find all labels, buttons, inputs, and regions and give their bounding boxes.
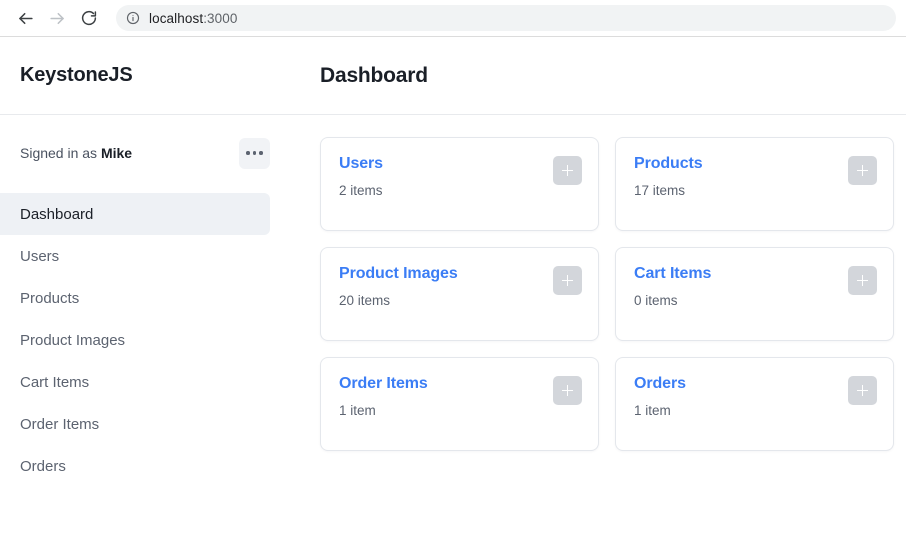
signed-in-username: Mike [100, 145, 133, 161]
list-card-products[interactable]: Products 17 items [615, 137, 894, 231]
sidebar-nav: Dashboard Users Products Product Images … [0, 193, 320, 487]
sidebar-item-label: Dashboard [20, 205, 94, 223]
card-item-count: 17 items [634, 183, 686, 198]
plus-icon [857, 165, 868, 176]
sidebar-item-label: Product Images [20, 331, 126, 349]
create-order-items-button[interactable] [553, 376, 582, 405]
sidebar-item-users[interactable]: Users [0, 235, 270, 277]
brand-title[interactable]: KeystoneJS [20, 64, 320, 87]
sidebar-item-product-images[interactable]: Product Images [0, 319, 270, 361]
signed-in-label: Signed in as Mike [20, 145, 132, 161]
sidebar-item-products[interactable]: Products [0, 277, 270, 319]
user-menu-button[interactable] [239, 137, 270, 169]
reload-button[interactable] [74, 3, 104, 33]
plus-icon [562, 165, 573, 176]
forward-button[interactable] [42, 3, 72, 33]
sidebar: Signed in as Mike Dashboard Users Produc… [0, 115, 320, 537]
list-card-users[interactable]: Users 2 items [320, 137, 599, 231]
page-title: Dashboard [320, 63, 428, 87]
reload-icon [80, 9, 98, 27]
card-title-link[interactable]: Cart Items [634, 265, 711, 283]
sidebar-item-order-items[interactable]: Order Items [0, 403, 270, 445]
list-card-order-items[interactable]: Order Items 1 item [320, 357, 599, 451]
sidebar-item-dashboard[interactable]: Dashboard [0, 193, 270, 235]
create-product-images-button[interactable] [553, 266, 582, 295]
address-bar[interactable]: localhost:3000 [116, 5, 896, 31]
plus-icon [857, 275, 868, 286]
list-card-orders[interactable]: Orders 1 item [615, 357, 894, 451]
app-body: Signed in as Mike Dashboard Users Produc… [0, 115, 906, 537]
ellipsis-icon [246, 151, 263, 155]
plus-icon [562, 275, 573, 286]
create-orders-button[interactable] [848, 376, 877, 405]
sidebar-item-label: Products [20, 289, 80, 307]
main-content: Users 2 items Products 17 items Product … [320, 115, 906, 537]
card-text: Product Images 20 items [339, 265, 458, 308]
page-title-area: Dashboard [320, 64, 428, 88]
card-title-link[interactable]: Order Items [339, 375, 428, 393]
url-port: :3000 [203, 10, 238, 26]
card-text: Orders 1 item [634, 375, 686, 418]
create-users-button[interactable] [553, 156, 582, 185]
list-card-product-images[interactable]: Product Images 20 items [320, 247, 599, 341]
card-title-link[interactable]: Product Images [339, 265, 458, 283]
info-circle-icon[interactable] [126, 11, 140, 25]
card-text: Cart Items 0 items [634, 265, 711, 308]
back-button[interactable] [10, 3, 40, 33]
signed-in-row: Signed in as Mike [0, 137, 320, 169]
sidebar-item-orders[interactable]: Orders [0, 445, 270, 487]
card-text: Products 17 items [634, 155, 703, 198]
list-card-cart-items[interactable]: Cart Items 0 items [615, 247, 894, 341]
sidebar-item-label: Cart Items [20, 373, 90, 391]
card-item-count: 20 items [339, 293, 391, 308]
list-card-grid: Users 2 items Products 17 items Product … [320, 137, 894, 451]
arrow-right-icon [48, 9, 67, 28]
app-header: KeystoneJS Dashboard [0, 37, 906, 115]
card-text: Order Items 1 item [339, 375, 428, 418]
card-item-count: 0 items [634, 293, 678, 308]
card-title-link[interactable]: Orders [634, 375, 686, 393]
card-title-link[interactable]: Users [339, 155, 383, 173]
create-products-button[interactable] [848, 156, 877, 185]
card-text: Users 2 items [339, 155, 383, 198]
sidebar-item-cart-items[interactable]: Cart Items [0, 361, 270, 403]
sidebar-item-label: Order Items [20, 415, 100, 433]
arrow-left-icon [16, 9, 35, 28]
plus-icon [562, 385, 573, 396]
sidebar-item-label: Orders [20, 457, 66, 475]
signed-in-prefix: Signed in as [20, 145, 101, 161]
sidebar-item-label: Users [20, 247, 60, 265]
card-item-count: 2 items [339, 183, 383, 198]
create-cart-items-button[interactable] [848, 266, 877, 295]
browser-toolbar: localhost:3000 [0, 0, 906, 37]
card-item-count: 1 item [339, 403, 376, 418]
url-host: localhost [149, 10, 204, 26]
brand-area: KeystoneJS [0, 64, 320, 87]
address-bar-text: localhost:3000 [149, 11, 237, 26]
app-page: KeystoneJS Dashboard Signed in as Mike D… [0, 37, 906, 537]
card-item-count: 1 item [634, 403, 671, 418]
card-title-link[interactable]: Products [634, 155, 703, 173]
plus-icon [857, 385, 868, 396]
